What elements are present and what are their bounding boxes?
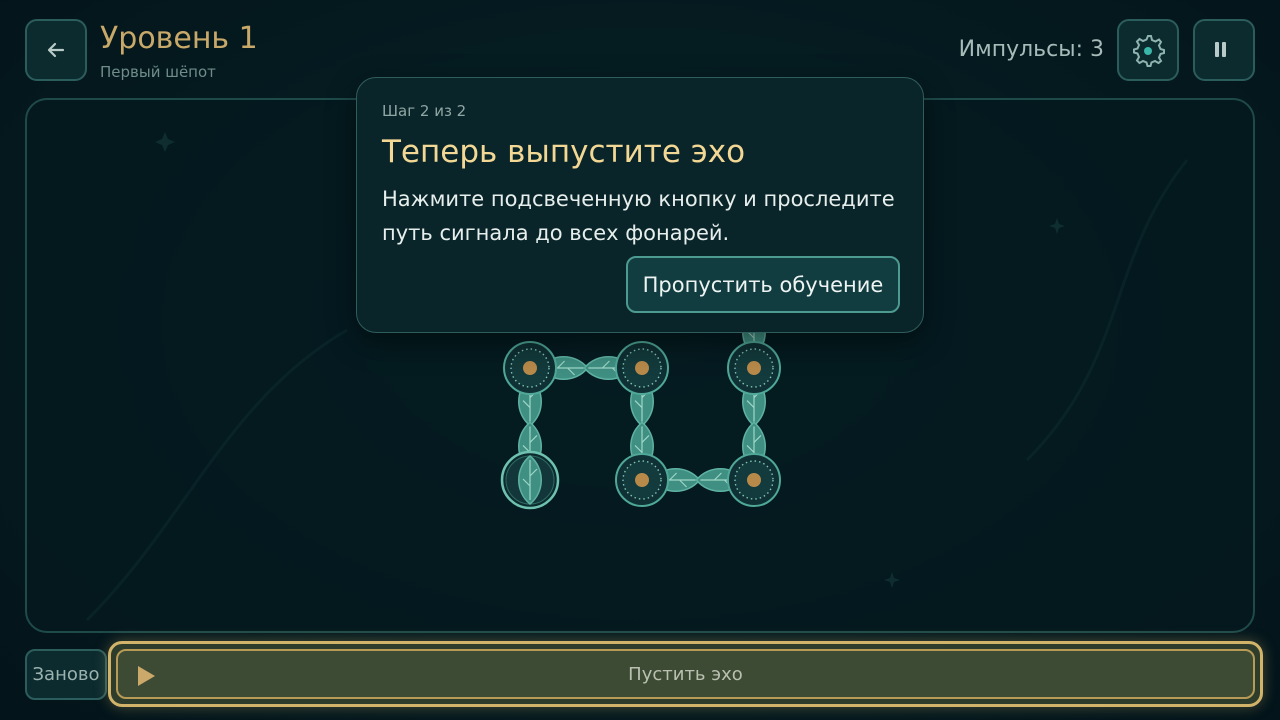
arrow-left-icon — [47, 42, 65, 58]
restart-button[interactable]: Заново — [25, 649, 107, 700]
lantern-node[interactable] — [727, 453, 781, 507]
level-title: Уровень 1 — [100, 21, 258, 56]
tutorial-popup: Шаг 2 из 2 Теперь выпустите эхо Нажмите … — [356, 77, 924, 333]
level-subtitle: Первый шёпот — [100, 63, 216, 81]
gear-icon — [1133, 35, 1165, 67]
pause-button[interactable] — [1193, 19, 1255, 81]
tutorial-body: Нажмите подсвеченную кнопку и проследите… — [382, 187, 895, 245]
source-node[interactable] — [500, 450, 560, 510]
lantern-node[interactable] — [615, 341, 669, 395]
tutorial-step: Шаг 2 из 2 — [382, 102, 467, 120]
lantern-node[interactable] — [615, 453, 669, 507]
back-button[interactable] — [25, 19, 87, 81]
tutorial-title: Теперь выпустите эхо — [382, 134, 746, 170]
impulses-counter: Импульсы: 3 — [958, 37, 1104, 62]
game-screen: Уровень 1 Первый шёпот Импульсы: 3 Шаг 2… — [0, 0, 1280, 720]
release-echo-button[interactable]: Пустить эхо — [108, 641, 1263, 707]
lantern-node[interactable] — [503, 341, 557, 395]
skip-tutorial-button[interactable]: Пропустить обучение — [626, 256, 900, 313]
release-echo-label: Пустить эхо — [628, 664, 743, 685]
pause-icon — [1215, 42, 1226, 57]
lantern-node[interactable] — [727, 341, 781, 395]
settings-button[interactable] — [1117, 19, 1179, 81]
release-echo-inner: Пустить эхо — [116, 649, 1255, 699]
